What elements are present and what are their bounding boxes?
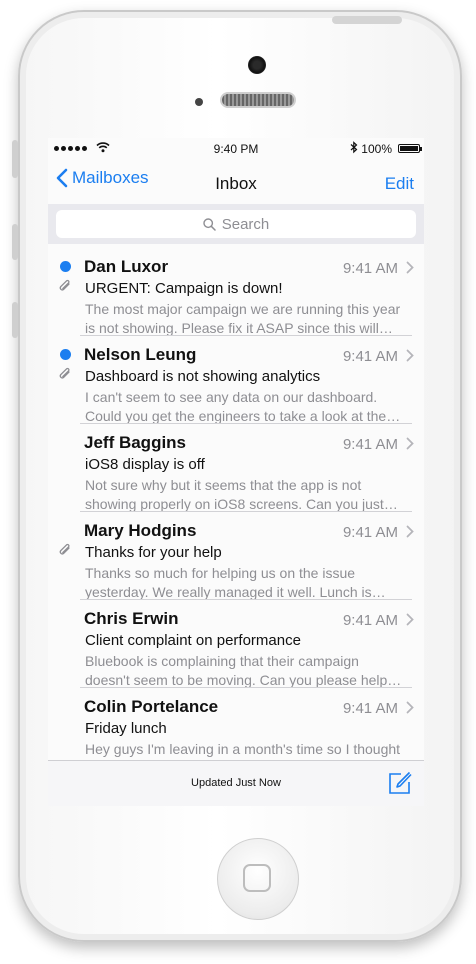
message-sender: Dan Luxor — [84, 257, 169, 276]
message-list: Dan Luxor 9:41 AM URGENT: Campaign is do… — [48, 248, 424, 776]
message-row[interactable]: Chris Erwin 9:41 AM Client complaint on … — [48, 600, 424, 688]
message-sender: Mary Hodgins — [84, 521, 197, 540]
preview-line: Not sure why but it seems that the app i… — [85, 477, 362, 493]
message-subject: iOS8 display is off — [85, 456, 205, 473]
chevron-right-icon — [406, 525, 414, 538]
status-bar: 9:40 PM 100% — [48, 138, 424, 160]
message-time: 9:41 AM — [342, 524, 398, 541]
paperclip-icon — [59, 543, 70, 555]
preview-line: The most major campaign we are running t… — [85, 301, 401, 317]
message-row[interactable]: Jeff Baggins 9:41 AM iOS8 display is off… — [48, 424, 424, 512]
search-placeholder: Search — [221, 215, 270, 233]
chevron-right-icon — [406, 701, 414, 714]
message-preview: Not sure why but it seems that the app i… — [85, 476, 405, 514]
page-title: Inbox — [215, 174, 257, 193]
message-subject: Dashboard is not showing analytics — [85, 368, 321, 385]
chevron-right-icon — [406, 437, 414, 450]
paperclip-icon — [59, 367, 70, 379]
message-preview: I can't seem to see any data on our dash… — [85, 388, 405, 426]
message-subject: Thanks for your help — [85, 544, 222, 561]
volume-up-button — [12, 224, 18, 260]
preview-line: Bluebook is complaining that their campa… — [85, 653, 359, 669]
message-time: 9:41 AM — [342, 612, 398, 629]
message-sender: Nelson Leung — [84, 345, 197, 364]
bottom-toolbar: Updated Just Now — [48, 760, 424, 806]
message-time: 9:41 AM — [342, 348, 398, 365]
unread-indicator-icon — [60, 349, 71, 360]
battery-percent: 100% — [361, 142, 392, 156]
message-row[interactable]: Nelson Leung 9:41 AM Dashboard is not sh… — [48, 336, 424, 424]
home-button[interactable] — [217, 838, 299, 920]
chevron-right-icon — [406, 613, 414, 626]
message-sender: Jeff Baggins — [84, 433, 187, 452]
volume-down-button — [12, 302, 18, 338]
search-icon — [203, 217, 216, 231]
edit-button[interactable]: Edit — [385, 174, 414, 194]
preview-line: Thanks so much for helping us on the iss… — [85, 565, 356, 581]
compose-icon[interactable] — [388, 771, 412, 795]
message-subject: Friday lunch — [85, 720, 167, 737]
search-bar: Search — [48, 204, 424, 244]
chevron-right-icon — [406, 261, 414, 274]
home-square-icon — [243, 864, 271, 892]
message-time: 9:41 AM — [342, 436, 398, 453]
front-camera — [248, 56, 266, 74]
message-sender: Chris Erwin — [84, 609, 179, 628]
preview-line: I can't seem to see any data on our dash… — [85, 389, 378, 405]
message-subject: URGENT: Campaign is down! — [85, 280, 283, 297]
message-preview: The most major campaign we are running t… — [85, 300, 405, 338]
earpiece-speaker — [220, 92, 296, 108]
preview-line: Hey guys I'm leaving in a month's time s… — [85, 741, 401, 757]
update-status: Updated Just Now — [191, 777, 281, 789]
navigation-bar: Mailboxes Inbox Edit — [48, 160, 424, 202]
proximity-sensor — [195, 98, 203, 106]
message-time: 9:41 AM — [342, 700, 398, 717]
mail-screen: 9:40 PM 100% Mailboxes Inbox Edit Search — [48, 138, 424, 806]
message-preview: Bluebook is complaining that their campa… — [85, 652, 405, 690]
message-time: 9:41 AM — [342, 260, 398, 277]
mute-switch — [12, 140, 18, 178]
message-preview: Hey guys I'm leaving in a month's time s… — [85, 740, 405, 759]
message-preview: Thanks so much for helping us on the iss… — [85, 564, 405, 602]
bluetooth-icon — [350, 141, 358, 154]
message-row[interactable]: Dan Luxor 9:41 AM URGENT: Campaign is do… — [48, 248, 424, 336]
power-button — [332, 16, 402, 24]
unread-indicator-icon — [60, 261, 71, 272]
message-subject: Client complaint on performance — [85, 632, 301, 649]
message-sender: Colin Portelance — [84, 697, 219, 716]
battery-icon — [398, 144, 422, 153]
chevron-right-icon — [406, 349, 414, 362]
search-input[interactable]: Search — [56, 210, 416, 238]
message-row[interactable]: Mary Hodgins 9:41 AM Thanks for your hel… — [48, 512, 424, 600]
paperclip-icon — [59, 279, 70, 291]
